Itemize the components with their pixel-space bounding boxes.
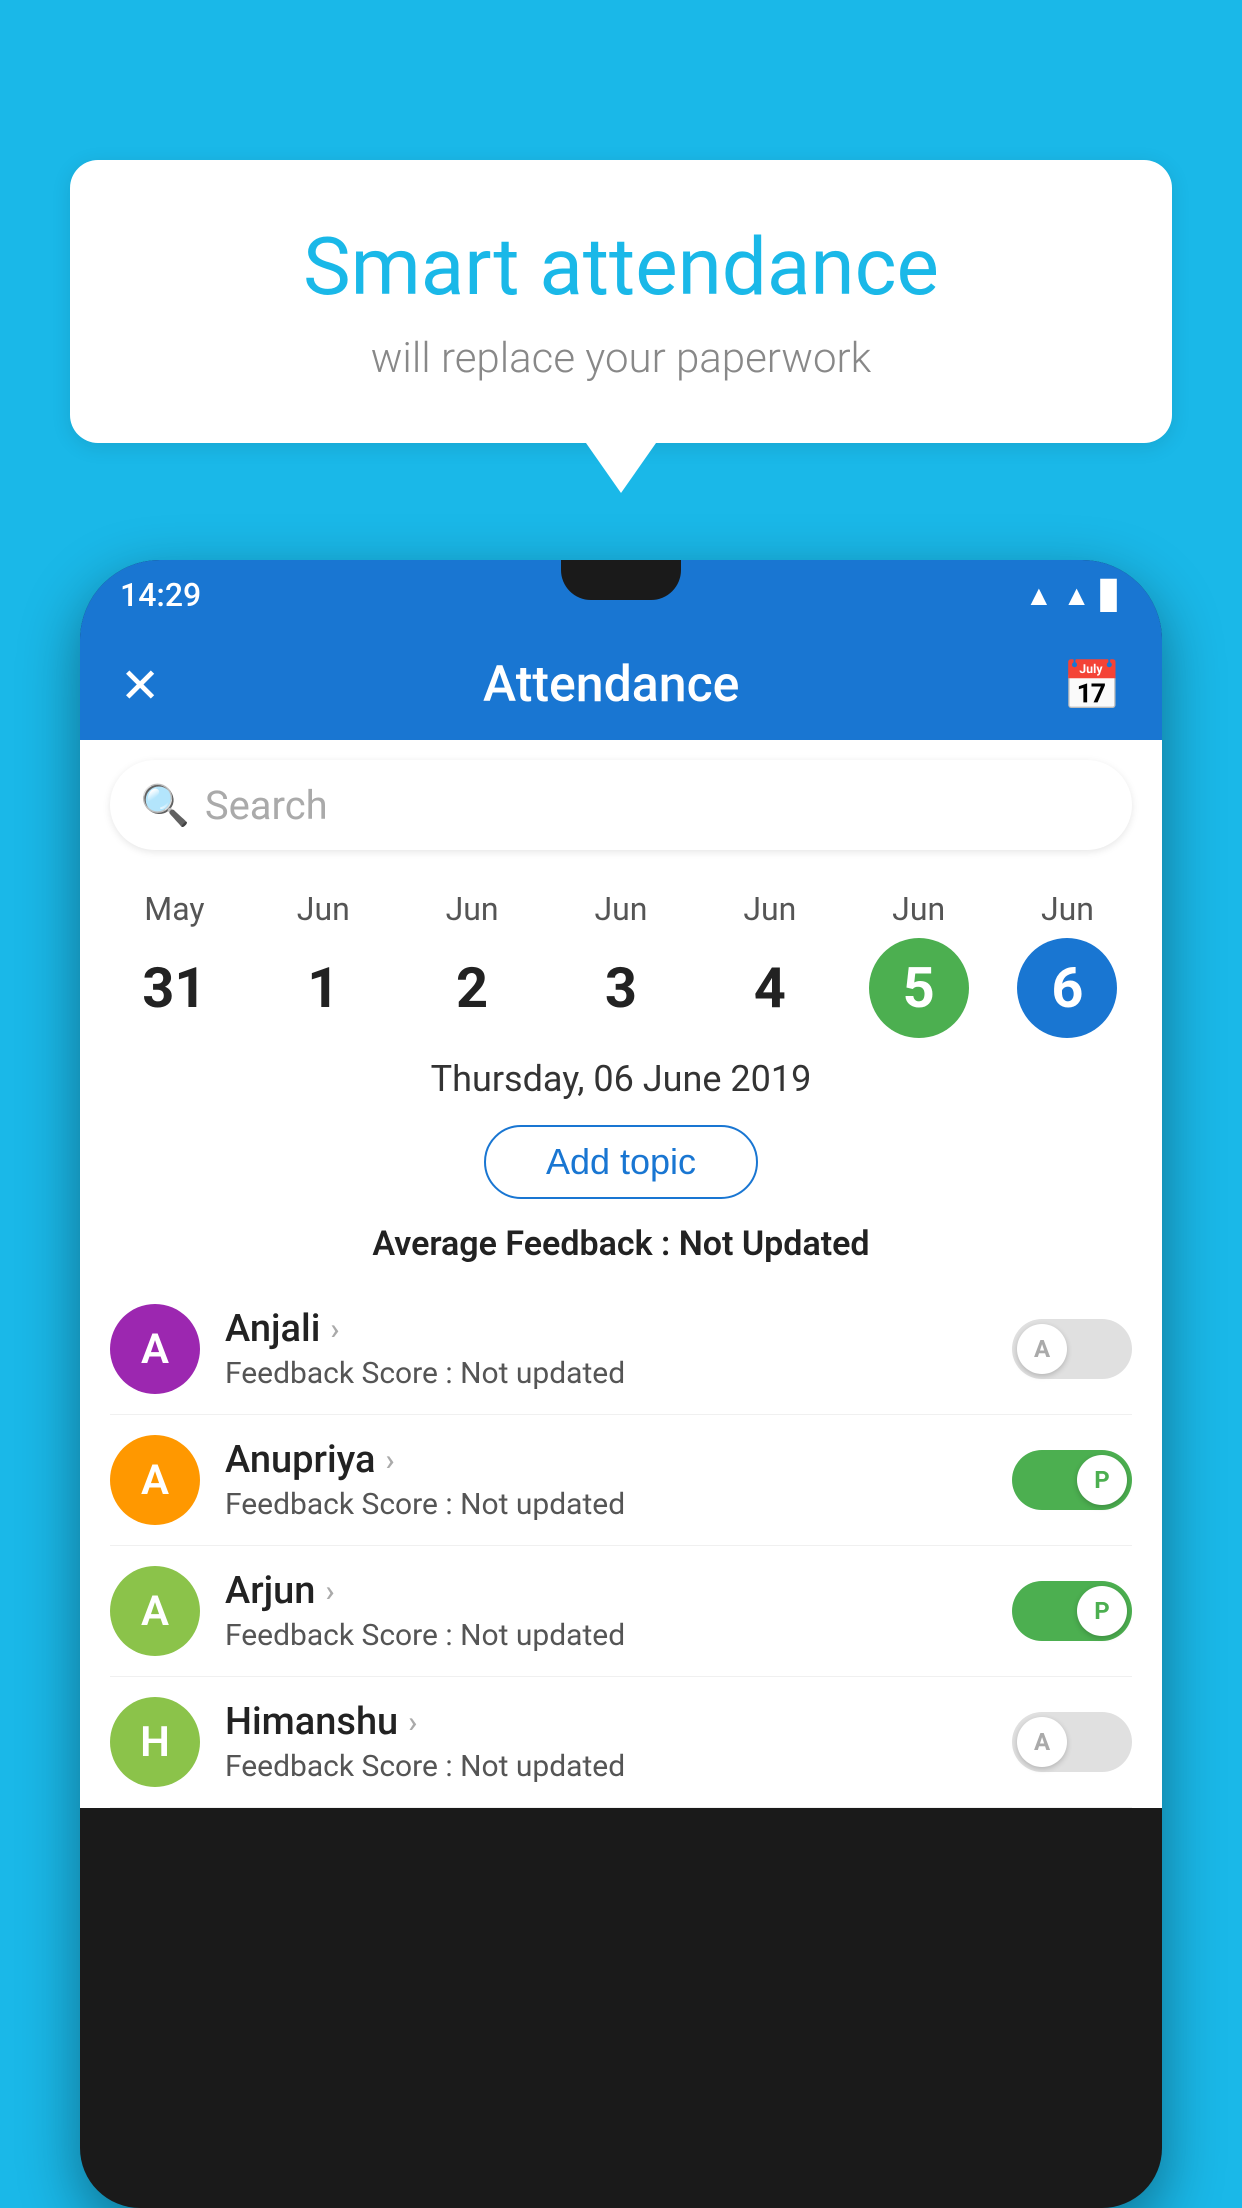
student-info-himanshu: Himanshu › Feedback Score : Not updated bbox=[225, 1700, 987, 1784]
student-item-himanshu[interactable]: H Himanshu › Feedback Score : Not update… bbox=[110, 1677, 1132, 1808]
student-name-himanshu: Himanshu › bbox=[225, 1700, 987, 1744]
toggle-knob-anjali: A bbox=[1017, 1324, 1067, 1374]
student-feedback-anjali: Feedback Score : Not updated bbox=[225, 1356, 987, 1391]
student-avatar-himanshu: H bbox=[110, 1697, 200, 1787]
cal-date-2[interactable]: 2 bbox=[422, 938, 522, 1038]
chevron-icon-arjun: › bbox=[325, 1574, 334, 1609]
avg-feedback: Average Feedback : Not Updated bbox=[80, 1214, 1162, 1284]
cal-date-4[interactable]: 4 bbox=[720, 938, 820, 1038]
calendar-day-5[interactable]: Jun 5 bbox=[854, 890, 984, 1038]
student-info-anjali: Anjali › Feedback Score : Not updated bbox=[225, 1307, 987, 1391]
attendance-toggle-anupriya[interactable]: P bbox=[1012, 1450, 1132, 1510]
student-item-arjun[interactable]: A Arjun › Feedback Score : Not updated P bbox=[110, 1546, 1132, 1677]
attendance-toggle-himanshu[interactable]: A bbox=[1012, 1712, 1132, 1772]
cal-date-1[interactable]: 1 bbox=[273, 938, 373, 1038]
search-bar[interactable]: 🔍 Search bbox=[110, 760, 1132, 850]
student-avatar-anjali: A bbox=[110, 1304, 200, 1394]
student-name-arjun: Arjun › bbox=[225, 1569, 987, 1613]
cal-month-1: Jun bbox=[297, 890, 350, 928]
calendar-icon[interactable]: 📅 bbox=[1062, 657, 1122, 714]
search-icon: 🔍 bbox=[140, 782, 190, 829]
student-feedback-anupriya: Feedback Score : Not updated bbox=[225, 1487, 987, 1522]
chevron-icon-himanshu: › bbox=[408, 1705, 417, 1740]
speech-bubble-container: Smart attendance will replace your paper… bbox=[70, 160, 1172, 493]
status-icons: ▲ ▲ ▊ bbox=[1025, 579, 1122, 612]
attendance-toggle-anjali[interactable]: A bbox=[1012, 1319, 1132, 1379]
student-name-anupriya: Anupriya › bbox=[225, 1438, 987, 1482]
speech-bubble: Smart attendance will replace your paper… bbox=[70, 160, 1172, 443]
phone-frame: 14:29 ▲ ▲ ▊ ✕ Attendance 📅 🔍 Search May … bbox=[80, 560, 1162, 2208]
chevron-icon-anupriya: › bbox=[385, 1443, 394, 1478]
search-input[interactable]: Search bbox=[205, 782, 328, 829]
status-bar: 14:29 ▲ ▲ ▊ bbox=[80, 560, 1162, 630]
cal-month-2: Jun bbox=[446, 890, 499, 928]
cal-date-6[interactable]: 6 bbox=[1017, 938, 1117, 1038]
notch bbox=[561, 560, 681, 600]
toggle-knob-arjun: P bbox=[1077, 1586, 1127, 1636]
student-item-anjali[interactable]: A Anjali › Feedback Score : Not updated … bbox=[110, 1284, 1132, 1415]
wifi-icon: ▲ bbox=[1025, 579, 1053, 612]
bubble-title: Smart attendance bbox=[140, 220, 1102, 314]
bubble-subtitle: will replace your paperwork bbox=[140, 334, 1102, 383]
calendar-day-6[interactable]: Jun 6 bbox=[1002, 890, 1132, 1038]
toggle-knob-himanshu: A bbox=[1017, 1717, 1067, 1767]
student-item-anupriya[interactable]: A Anupriya › Feedback Score : Not update… bbox=[110, 1415, 1132, 1546]
chevron-icon-anjali: › bbox=[330, 1312, 339, 1347]
cal-month-4: Jun bbox=[743, 890, 796, 928]
avg-feedback-label: Average Feedback : bbox=[372, 1224, 670, 1264]
student-avatar-arjun: A bbox=[110, 1566, 200, 1656]
cal-month-6: Jun bbox=[1041, 890, 1094, 928]
cal-date-3[interactable]: 3 bbox=[571, 938, 671, 1038]
calendar-strip: May 31 Jun 1 Jun 2 Jun 3 Jun 4 Jun 5 bbox=[80, 870, 1162, 1038]
calendar-day-1[interactable]: Jun 1 bbox=[258, 890, 388, 1038]
phone-screen: 🔍 Search May 31 Jun 1 Jun 2 Jun 3 Jun bbox=[80, 740, 1162, 1808]
close-icon[interactable]: ✕ bbox=[120, 657, 160, 714]
student-list: A Anjali › Feedback Score : Not updated … bbox=[80, 1284, 1162, 1808]
app-title: Attendance bbox=[483, 656, 740, 714]
cal-month-3: Jun bbox=[594, 890, 647, 928]
calendar-day-2[interactable]: Jun 2 bbox=[407, 890, 537, 1038]
cal-date-5[interactable]: 5 bbox=[869, 938, 969, 1038]
student-feedback-himanshu: Feedback Score : Not updated bbox=[225, 1749, 987, 1784]
student-info-arjun: Arjun › Feedback Score : Not updated bbox=[225, 1569, 987, 1653]
speech-bubble-tail bbox=[586, 443, 656, 493]
cal-month-0: May bbox=[144, 890, 204, 928]
student-info-anupriya: Anupriya › Feedback Score : Not updated bbox=[225, 1438, 987, 1522]
signal-icon: ▲ bbox=[1063, 579, 1091, 612]
add-topic-button[interactable]: Add topic bbox=[484, 1125, 758, 1199]
selected-date: Thursday, 06 June 2019 bbox=[80, 1038, 1162, 1110]
toggle-knob-anupriya: P bbox=[1077, 1455, 1127, 1505]
cal-month-5: Jun bbox=[892, 890, 945, 928]
calendar-day-3[interactable]: Jun 3 bbox=[556, 890, 686, 1038]
student-name-anjali: Anjali › bbox=[225, 1307, 987, 1351]
student-feedback-arjun: Feedback Score : Not updated bbox=[225, 1618, 987, 1653]
cal-date-0[interactable]: 31 bbox=[124, 938, 224, 1038]
student-avatar-anupriya: A bbox=[110, 1435, 200, 1525]
avg-feedback-value: Not Updated bbox=[679, 1224, 870, 1264]
app-header: ✕ Attendance 📅 bbox=[80, 630, 1162, 740]
battery-icon: ▊ bbox=[1100, 579, 1122, 612]
calendar-day-0[interactable]: May 31 bbox=[109, 890, 239, 1038]
attendance-toggle-arjun[interactable]: P bbox=[1012, 1581, 1132, 1641]
status-time: 14:29 bbox=[120, 576, 201, 614]
calendar-day-4[interactable]: Jun 4 bbox=[705, 890, 835, 1038]
